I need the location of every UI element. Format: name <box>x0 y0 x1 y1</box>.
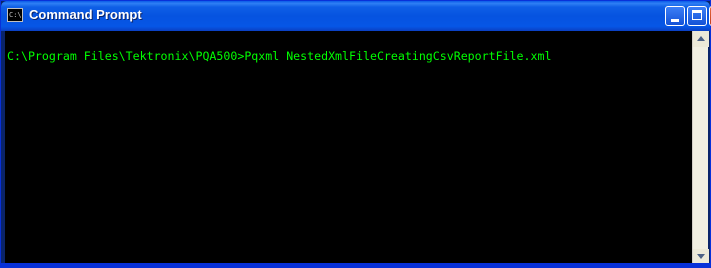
maximize-icon <box>692 10 702 20</box>
window-title: Command Prompt <box>29 7 142 22</box>
scroll-up-button[interactable] <box>693 31 709 47</box>
scroll-up-icon <box>697 36 705 41</box>
minimize-icon <box>671 19 679 22</box>
cmd-icon[interactable]: C:\ <box>7 8 23 22</box>
console-command-line: C:\Program Files\Tektronix\PQA500>Pqxml … <box>7 49 552 63</box>
window-border-bottom <box>1 263 710 267</box>
console-output[interactable]: C:\Program Files\Tektronix\PQA500>Pqxml … <box>5 31 692 265</box>
scroll-down-icon <box>697 254 705 259</box>
vertical-scrollbar[interactable] <box>692 31 709 265</box>
command-prompt-window: C:\ Command Prompt × C:\Program Files\Te… <box>0 0 711 268</box>
maximize-button[interactable] <box>687 6 707 26</box>
minimize-button[interactable] <box>665 6 685 26</box>
title-bar[interactable]: C:\ Command Prompt × <box>1 1 711 31</box>
